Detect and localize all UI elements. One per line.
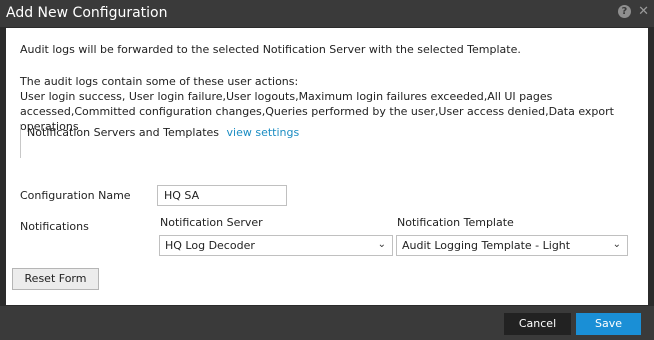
dialog-title: Add New Configuration (6, 5, 168, 21)
titlebar-icons: ? ✕ (617, 4, 649, 19)
template-select[interactable]: Audit Logging Template - Light ⌄ (396, 235, 628, 256)
chevron-down-icon: ⌄ (612, 239, 621, 250)
template-select-value: Audit Logging Template - Light (402, 239, 571, 252)
dialog-footer: Cancel Save (0, 306, 654, 340)
dialog-body: Audit logs will be forwarded to the sele… (6, 28, 648, 305)
dialog-titlebar: Add New Configuration ? ✕ (0, 0, 654, 27)
cancel-button[interactable]: Cancel (504, 313, 571, 335)
close-icon[interactable]: ✕ (638, 4, 649, 19)
config-name-label: Configuration Name (20, 189, 131, 202)
config-name-input[interactable] (157, 185, 287, 206)
server-label: Notification Server (160, 216, 263, 229)
section-label-text: Notification Servers and Templates (27, 126, 220, 139)
notifications-label: Notifications (20, 220, 89, 233)
server-select-value: HQ Log Decoder (165, 239, 255, 252)
view-settings-link[interactable]: view settings (227, 126, 300, 139)
intro-text: Audit logs will be forwarded to the sele… (20, 43, 521, 56)
notification-settings-section: Notification Servers and Templates view … (20, 124, 521, 158)
save-button[interactable]: Save (576, 313, 641, 335)
reset-form-button[interactable]: Reset Form (12, 268, 99, 290)
template-label: Notification Template (397, 216, 514, 229)
server-select[interactable]: HQ Log Decoder ⌄ (159, 235, 393, 256)
chevron-down-icon: ⌄ (377, 239, 386, 250)
help-icon[interactable]: ? (617, 5, 631, 18)
section-label: Notification Servers and Templates view … (27, 126, 299, 139)
actions-heading: The audit logs contain some of these use… (20, 75, 299, 88)
